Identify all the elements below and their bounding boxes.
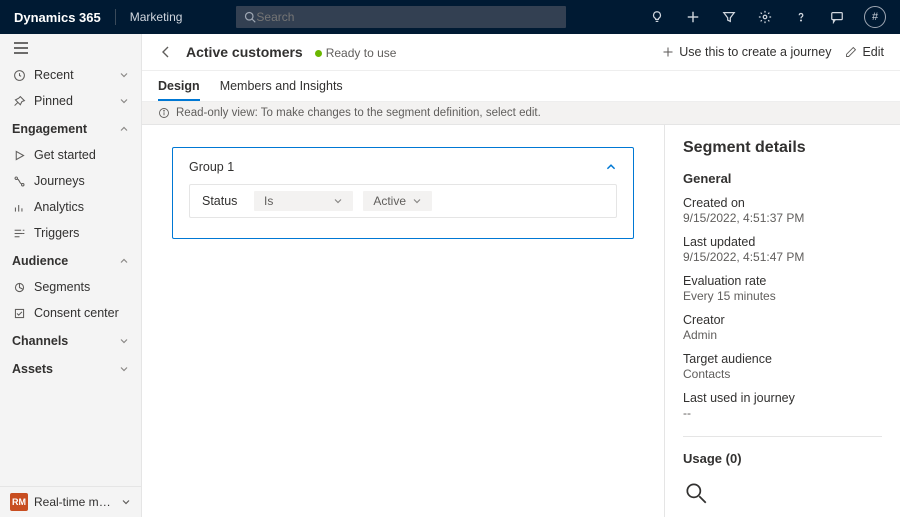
gear-icon[interactable] [756,8,774,26]
top-navbar: Dynamics 365 Marketing # [0,0,900,34]
app-switcher[interactable]: RM Real-time marketi... [0,486,141,517]
play-icon [12,148,26,162]
plus-icon[interactable] [684,8,702,26]
field-last-used: Last used in journey -- [683,391,882,420]
sidebar-label: Get started [34,148,96,162]
details-pane: Segment details General Created on 9/15/… [664,125,900,517]
usage-heading: Usage (0) [683,451,882,466]
app-name: Real-time marketi... [34,495,115,509]
pin-icon [12,94,26,108]
lightbulb-icon[interactable] [648,8,666,26]
sidebar-item-triggers[interactable]: Triggers [0,220,141,246]
sidebar-item-recent[interactable]: Recent [0,62,141,88]
infobar-text: Read-only view: To make changes to the s… [176,107,541,119]
operator-select[interactable]: Is [254,191,353,211]
analytics-icon [12,200,26,214]
sidebar-section-engagement[interactable]: Engagement [0,114,141,142]
page-header: Active customers Ready to use Use this t… [142,34,900,71]
cmd-label: Edit [862,45,884,59]
sidebar-section-audience[interactable]: Audience [0,246,141,274]
chevron-down-icon [119,364,129,374]
avatar[interactable]: # [864,6,886,28]
main-area: Active customers Ready to use Use this t… [142,34,900,517]
chevron-down-icon [412,196,422,206]
rule-row: Status Is Active [189,184,617,218]
sidebar-label: Consent center [34,306,119,320]
sidebar-label: Journeys [34,174,85,188]
info-icon [158,107,170,119]
status-indicator: Ready to use [315,45,397,60]
sidebar-item-consent-center[interactable]: Consent center [0,300,141,326]
readonly-infobar: Read-only view: To make changes to the s… [142,102,900,125]
search-empty-icon [683,480,882,506]
field-target-audience: Target audience Contacts [683,352,882,381]
segments-icon [12,280,26,294]
value-select[interactable]: Active [363,191,432,211]
global-search[interactable] [236,6,566,28]
collapse-group-button[interactable] [605,161,617,173]
back-button[interactable] [158,44,174,60]
create-journey-button[interactable]: Use this to create a journey [662,45,831,59]
sidebar-item-get-started[interactable]: Get started [0,142,141,168]
tab-design[interactable]: Design [158,71,200,101]
chat-icon[interactable] [828,8,846,26]
journey-icon [12,174,26,188]
details-title: Segment details [683,139,882,157]
sidebar-section-channels[interactable]: Channels [0,326,141,354]
clock-icon [12,68,26,82]
edit-button[interactable]: Edit [845,45,884,59]
plus-icon [662,46,674,58]
sidebar-label: Segments [34,280,90,294]
sidebar-label: Pinned [34,94,73,108]
chevron-down-icon [333,196,343,206]
page-title: Active customers [186,44,303,60]
field-last-updated: Last updated 9/15/2022, 4:51:47 PM [683,235,882,264]
tabs: Design Members and Insights [142,71,900,102]
chevron-up-icon [119,256,129,266]
group-title: Group 1 [189,160,234,174]
chevron-down-icon [121,497,131,507]
rule-attribute: Status [202,194,244,208]
sidebar-item-analytics[interactable]: Analytics [0,194,141,220]
hamburger-button[interactable] [0,34,141,62]
sidebar-section-assets[interactable]: Assets [0,354,141,382]
search-icon [244,11,256,23]
field-created-on: Created on 9/15/2022, 4:51:37 PM [683,196,882,225]
tab-members-insights[interactable]: Members and Insights [220,71,343,101]
module-name[interactable]: Marketing [116,10,197,24]
sidebar-label: Triggers [34,226,79,240]
sidebar-label: Analytics [34,200,84,214]
sidebar-item-journeys[interactable]: Journeys [0,168,141,194]
design-canvas: Group 1 Status Is Active [142,125,664,517]
brand[interactable]: Dynamics 365 [0,10,115,25]
help-icon[interactable] [792,8,810,26]
general-heading: General [683,171,882,186]
group-card[interactable]: Group 1 Status Is Active [172,147,634,239]
sidebar: Recent Pinned Engagement Get started Jou… [0,34,142,517]
sidebar-label: Recent [34,68,74,82]
consent-icon [12,306,26,320]
chevron-down-icon [119,70,129,80]
field-creator: Creator Admin [683,313,882,342]
sidebar-item-pinned[interactable]: Pinned [0,88,141,114]
pencil-icon [845,46,857,58]
search-input[interactable] [256,10,558,24]
sidebar-item-segments[interactable]: Segments [0,274,141,300]
filter-icon[interactable] [720,8,738,26]
field-evaluation-rate: Evaluation rate Every 15 minutes [683,274,882,303]
chevron-up-icon [119,124,129,134]
chevron-down-icon [119,336,129,346]
chevron-down-icon [119,96,129,106]
triggers-icon [12,226,26,240]
cmd-label: Use this to create a journey [679,45,831,59]
app-badge: RM [10,493,28,511]
usage-section: Usage (0) This segment has not been used… [683,436,882,517]
